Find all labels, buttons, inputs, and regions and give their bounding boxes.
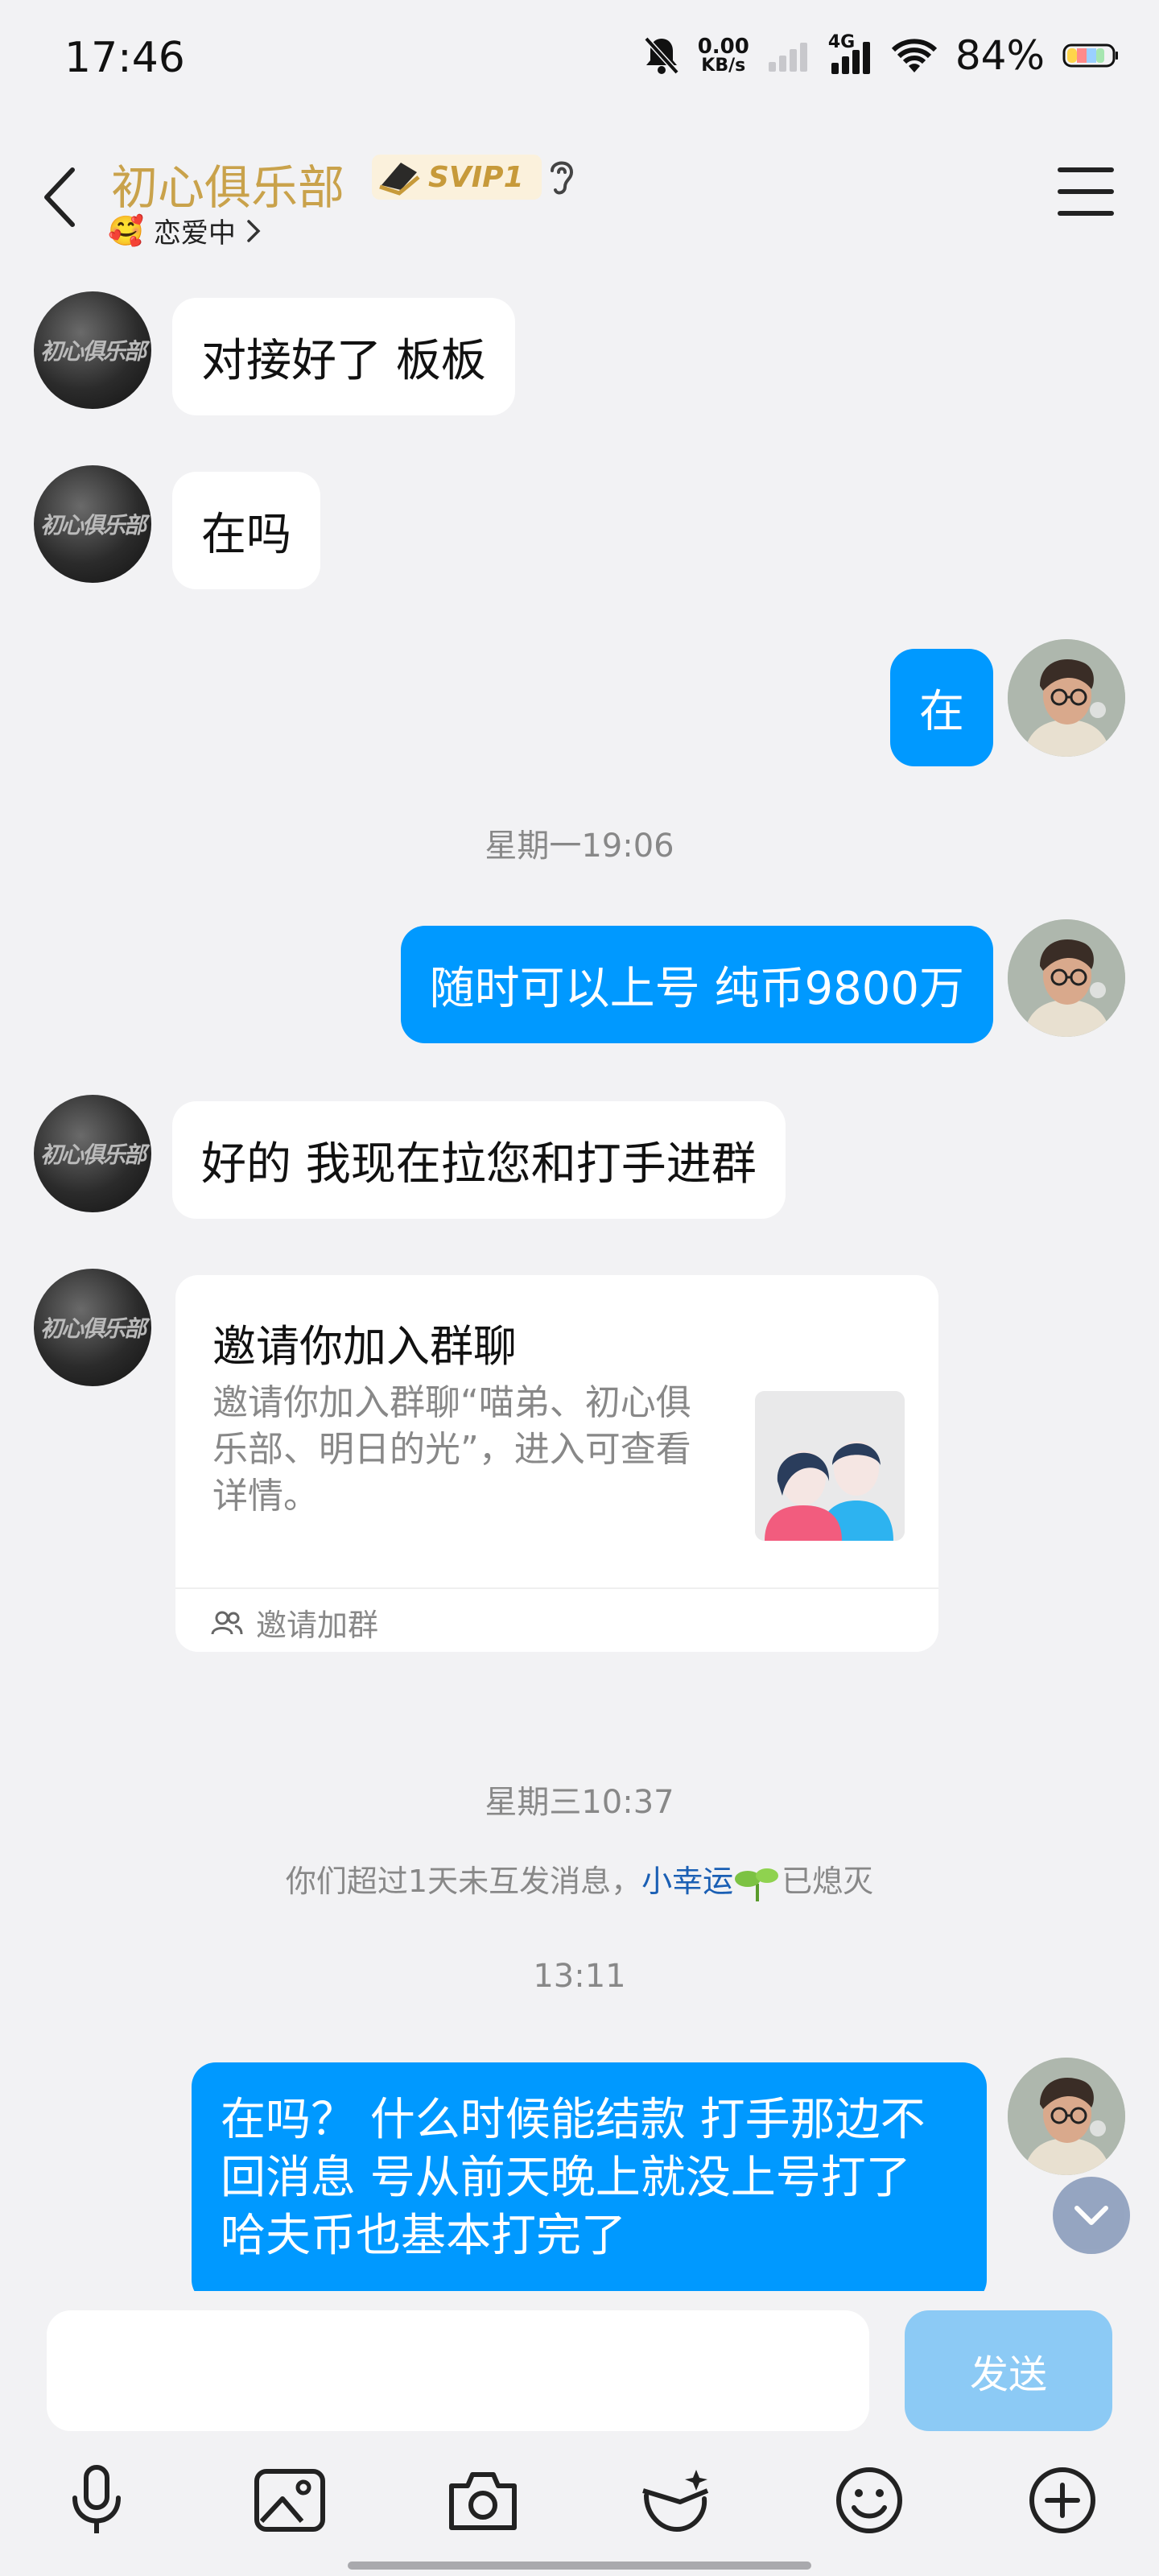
system-notice: 你们超过1天未互发消息，小幸运 已熄灭 <box>0 1856 1159 1901</box>
camera-icon <box>449 2472 517 2530</box>
menu-line <box>1058 211 1114 216</box>
invite-footer-label: 邀请加群 <box>256 1608 379 1643</box>
timestamp: 星期一19:06 <box>485 828 674 865</box>
timestamp: 星期三10:37 <box>485 1784 674 1821</box>
sticker-button[interactable] <box>636 2460 716 2541</box>
incoming-message[interactable]: 好的 我现在拉您和打手进群 <box>172 1101 786 1219</box>
chat-header: 初心俱乐部 SVIP1 🥰 恋爱中 <box>0 121 1159 270</box>
club-avatar-logo: 初心俱乐部 <box>39 338 146 365</box>
status-bar: 17:46 0.00 KB/s 4G 84% <box>0 0 1159 121</box>
status-time: 17:46 <box>64 34 185 82</box>
send-button[interactable]: 发送 <box>905 2310 1112 2431</box>
incoming-message[interactable]: 在吗 <box>172 472 320 589</box>
image-button[interactable] <box>250 2460 330 2541</box>
chevron-down-icon <box>1074 2206 1108 2225</box>
user-portrait-icon <box>1008 919 1125 1037</box>
message-input[interactable] <box>47 2310 869 2431</box>
card-divider <box>175 1587 938 1589</box>
club-avatar[interactable]: 初心俱乐部 <box>34 1095 151 1212</box>
club-avatar-logo: 初心俱乐部 <box>39 512 146 539</box>
battery-icon <box>1062 43 1118 68</box>
club-avatar[interactable]: 初心俱乐部 <box>34 291 151 409</box>
home-indicator[interactable] <box>348 2562 811 2570</box>
invite-title: 邀请你加入群聊 <box>212 1321 517 1372</box>
more-button[interactable] <box>1022 2460 1103 2541</box>
status-icons: 0.00 KB/s 4G 84% <box>643 32 1119 79</box>
club-avatar[interactable]: 初心俱乐部 <box>34 465 151 583</box>
image-icon <box>254 2469 325 2532</box>
chevron-right-icon <box>247 219 261 242</box>
status-emoji: 🥰 <box>108 214 144 248</box>
input-toolbar <box>0 2460 1159 2549</box>
relationship-status[interactable]: 🥰 恋爱中 <box>108 211 263 250</box>
emoji-button[interactable] <box>829 2460 909 2541</box>
chat-title[interactable]: 初心俱乐部 <box>111 150 344 217</box>
battery-percent: 84% <box>955 32 1045 79</box>
net-speed: 0.00 KB/s <box>698 36 749 75</box>
group-icon <box>211 1611 243 1634</box>
club-avatar-logo: 初心俱乐部 <box>39 1315 146 1342</box>
input-area: 发送 <box>0 2291 1159 2576</box>
group-thumbnail <box>755 1391 905 1541</box>
svip-badge[interactable]: SVIP1 <box>372 155 542 200</box>
menu-line <box>1058 189 1114 194</box>
user-portrait-icon <box>1008 2058 1125 2175</box>
club-avatar[interactable]: 初心俱乐部 <box>34 1269 151 1386</box>
sprout-icon <box>735 1868 779 1901</box>
net-speed-value: 0.00 <box>697 35 749 59</box>
net-speed-unit: KB/s <box>701 56 746 76</box>
status-text: 恋爱中 <box>153 217 236 250</box>
signal-4g-icon: 4G <box>828 32 873 76</box>
invite-description: 邀请你加入群聊“喵弟、初心俱乐部、明日的光”，进入可查看详情。 <box>212 1382 691 1517</box>
svip-hat-icon <box>379 163 420 196</box>
my-avatar[interactable] <box>1008 639 1125 757</box>
notice-link[interactable]: 小幸运 <box>641 1864 733 1899</box>
my-avatar[interactable] <box>1008 2058 1125 2175</box>
my-avatar[interactable] <box>1008 919 1125 1037</box>
timestamp: 13:11 <box>533 1958 626 1995</box>
wifi-icon <box>891 39 937 72</box>
outgoing-message[interactable]: 在吗？ 什么时候能结款 打手那边不回消息 号从前天晚上就没上号打了 哈夫币也基本… <box>192 2062 987 2304</box>
invite-footer: 邀请加群 <box>211 1600 378 1645</box>
microphone-icon <box>72 2465 121 2533</box>
plus-circle-icon <box>1029 2467 1095 2533</box>
camera-button[interactable] <box>443 2460 523 2541</box>
outgoing-message[interactable]: 随时可以上号 纯币9800万 <box>400 926 993 1043</box>
back-button[interactable] <box>35 161 84 233</box>
incoming-message[interactable]: 对接好了 板板 <box>172 298 515 415</box>
chevron-left-icon <box>44 167 75 227</box>
svip-label: SVIP1 <box>428 160 524 194</box>
emoji-icon <box>836 2467 902 2533</box>
menu-button[interactable] <box>1058 167 1114 216</box>
mute-bell-icon <box>644 36 679 75</box>
magic-face-icon <box>642 2470 709 2533</box>
notice-text: 已熄灭 <box>782 1864 874 1899</box>
voice-button[interactable] <box>56 2460 137 2541</box>
group-people-icon <box>755 1391 905 1541</box>
club-avatar-logo: 初心俱乐部 <box>39 1141 146 1168</box>
ear-icon[interactable] <box>546 155 578 198</box>
group-invite-card[interactable]: 邀请你加入群聊 邀请你加入群聊“喵弟、初心俱乐部、明日的光”，进入可查看详情。 … <box>175 1275 938 1652</box>
menu-line <box>1058 167 1114 172</box>
outgoing-message[interactable]: 在 <box>890 649 993 766</box>
scroll-to-bottom-button[interactable] <box>1053 2177 1130 2254</box>
user-portrait-icon <box>1008 639 1125 757</box>
notice-text: 你们超过1天未互发消息， <box>285 1864 642 1899</box>
signal-weak-icon <box>768 43 807 72</box>
